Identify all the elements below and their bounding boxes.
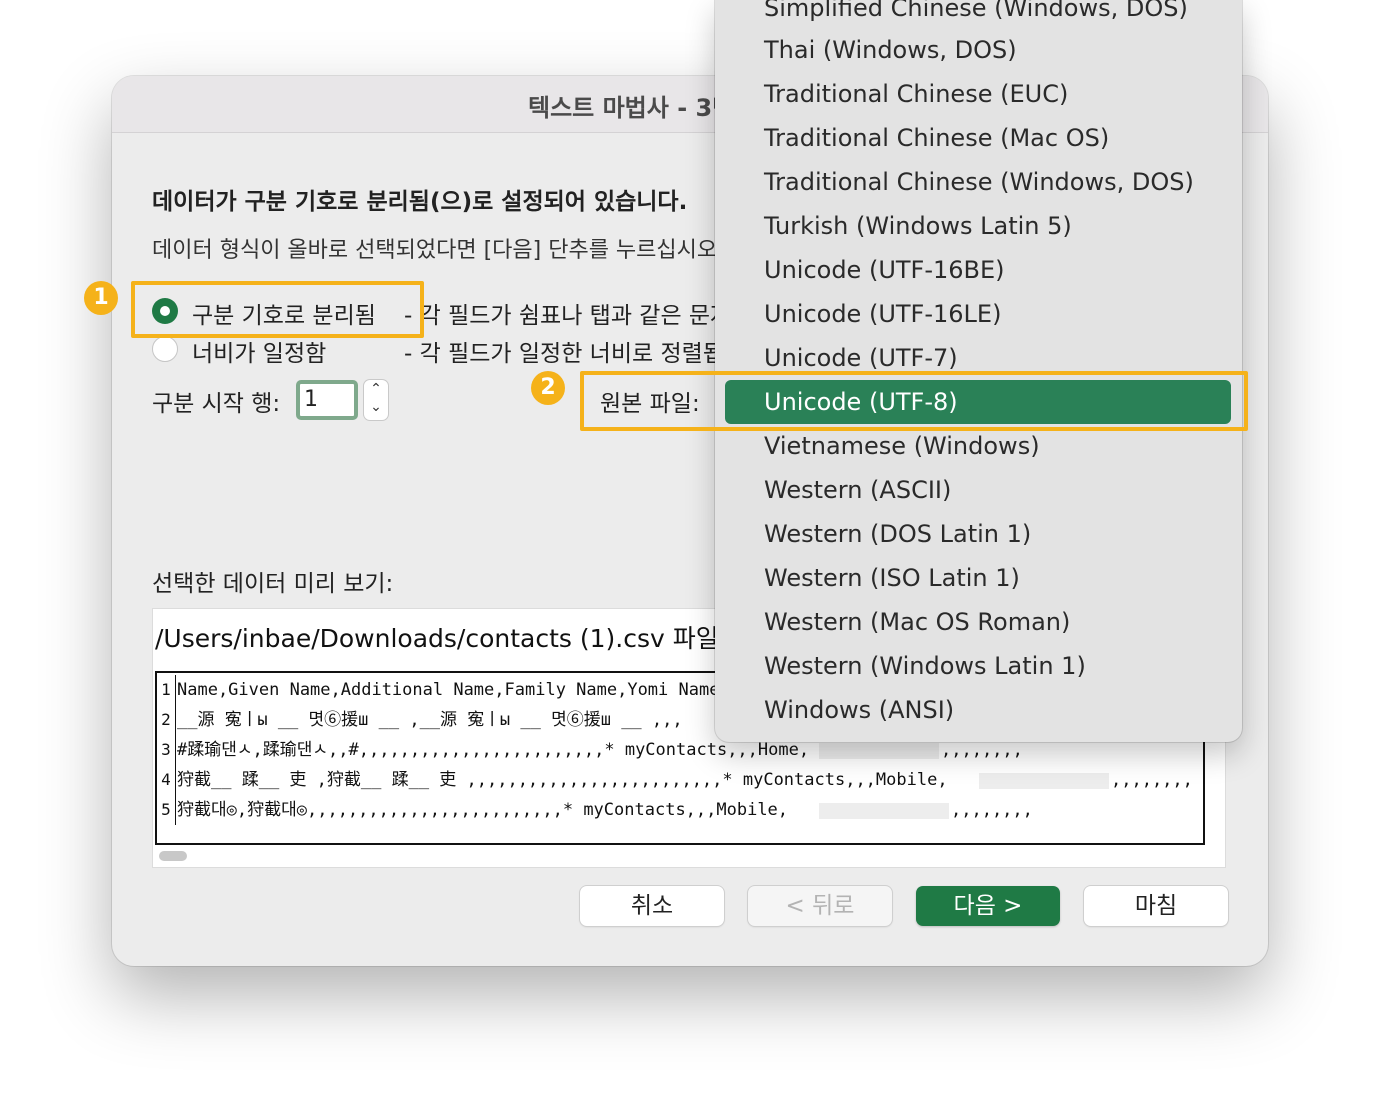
row-number: 5 (157, 795, 176, 825)
row-tail: ,,,,,,,, (951, 800, 1033, 820)
row-text: __源 寃ㅣы __ 몃⑥援ш __ ,__源 寃ㅣы __ 몃⑥援ш __ ,… (177, 710, 683, 730)
redacted-value (819, 803, 949, 819)
menu-item[interactable]: Windows (ANSI) (764, 688, 954, 732)
menu-item[interactable]: Traditional Chinese (Mac OS) (764, 116, 1109, 160)
intro-subtext: 데이터 형식이 올바로 선택되었다면 [다음] 단추를 누르십시오. (152, 238, 725, 263)
menu-item[interactable]: Simplified Chinese (Windows, DOS) (764, 0, 1188, 30)
chevron-up-icon[interactable]: ⌃ (364, 380, 388, 398)
menu-item[interactable]: Unicode (UTF-16BE) (764, 248, 1005, 292)
menu-item[interactable]: Western (ASCII) (764, 468, 951, 512)
row-number: 4 (157, 765, 176, 795)
callout-box-encoding (580, 371, 1248, 431)
row-number: 2 (157, 705, 176, 735)
row-text: Name,Given Name,Additional Name,Family N… (177, 680, 730, 700)
finish-button[interactable]: 마침 (1084, 886, 1228, 926)
callout-box-delimited (131, 281, 424, 338)
redacted-value (979, 773, 1109, 789)
menu-item[interactable]: Unicode (UTF-16LE) (764, 292, 1001, 336)
callout-badge-1: 1 (84, 281, 118, 315)
start-row-label: 구분 시작 행: (152, 391, 281, 417)
callout-badge-2: 2 (531, 371, 565, 405)
horizontal-scrollbar[interactable] (159, 851, 187, 861)
row-number: 1 (157, 675, 176, 705)
row-tail: ,,,,,,,, (1111, 770, 1193, 790)
row-text: 狩截대◎,狩截대◎,,,,,,,,,,,,,,,,,,,,,,,,,* myCo… (177, 800, 789, 820)
preview-file-path: /Users/inbae/Downloads/contacts (1).csv … (155, 624, 719, 653)
back-button[interactable]: < 뒤로 (748, 886, 892, 926)
start-row-input[interactable]: 1 (296, 380, 358, 420)
menu-item[interactable]: Western (ISO Latin 1) (764, 556, 1020, 600)
cancel-button[interactable]: 취소 (580, 886, 724, 926)
row-text: #蹂瑜댄ㅅ,蹂瑜댄ㅅ,,#,,,,,,,,,,,,,,,,,,,,,,,,* m… (177, 740, 810, 760)
menu-item[interactable]: Western (Windows Latin 1) (764, 644, 1086, 688)
menu-item[interactable]: Thai (Windows, DOS) (764, 28, 1017, 72)
next-button[interactable]: 다음 > (916, 886, 1060, 926)
row-number: 3 (157, 735, 176, 765)
fixed-width-label[interactable]: 너비가 일정함 (192, 334, 326, 368)
menu-item[interactable]: Western (DOS Latin 1) (764, 512, 1031, 556)
intro-heading: 데이터가 구분 기호로 분리됨(으)로 설정되어 있습니다. (152, 189, 688, 215)
menu-item[interactable]: Western (Mac OS Roman) (764, 600, 1070, 644)
fixed-width-radio[interactable] (152, 336, 178, 362)
chevron-down-icon[interactable]: ⌄ (364, 398, 388, 416)
menu-item[interactable]: Turkish (Windows Latin 5) (764, 204, 1072, 248)
start-row-stepper[interactable]: ⌃ ⌄ (364, 380, 388, 420)
menu-item[interactable]: Traditional Chinese (EUC) (764, 72, 1068, 116)
menu-item[interactable]: Traditional Chinese (Windows, DOS) (764, 160, 1194, 204)
redacted-value (819, 743, 939, 759)
row-text: 狩截__ 蹂__ 吏 ,狩截__ 蹂__ 吏 ,,,,,,,,,,,,,,,,,… (177, 770, 948, 790)
preview-label: 선택한 데이터 미리 보기: (152, 571, 394, 597)
